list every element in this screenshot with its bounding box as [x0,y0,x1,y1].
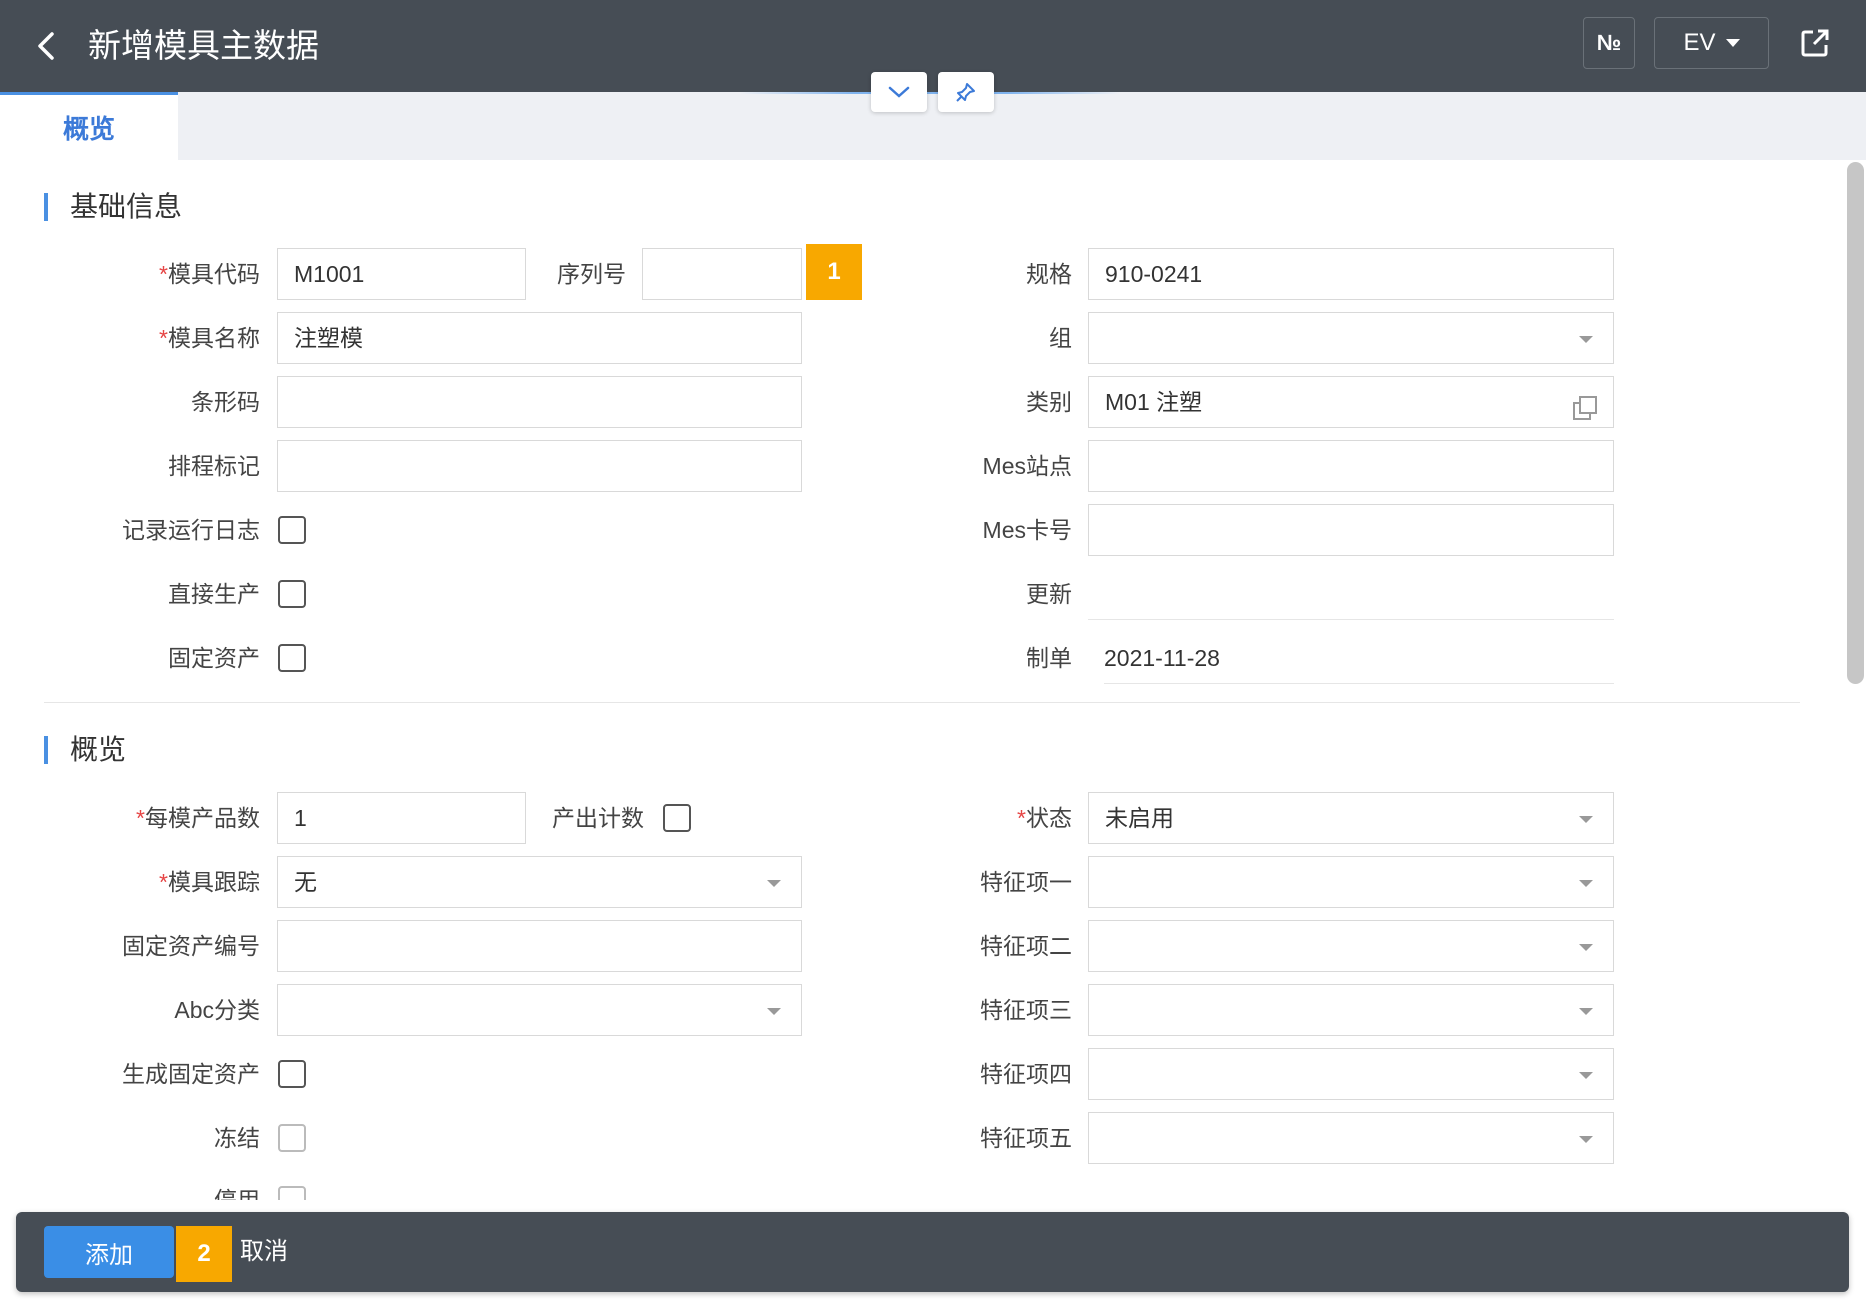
mes-card-input[interactable] [1088,504,1614,556]
per-mold-input[interactable]: 1 [277,792,526,844]
pin-button[interactable] [938,72,994,112]
mold-name-input[interactable]: 注塑模 [277,312,802,364]
step-badge-1: 1 [806,244,862,300]
spec-label: 规格 [1026,261,1072,287]
log-run-checkbox[interactable] [278,516,306,544]
feature4-select[interactable] [1088,1048,1614,1100]
per-mold-label: *每模产品数 [136,805,260,831]
mold-code-label: *模具代码 [159,261,260,287]
caret-down-icon [1579,1008,1593,1015]
back-icon[interactable] [28,26,68,66]
mes-station-input[interactable] [1088,440,1614,492]
serial-no-input[interactable] [642,248,802,300]
cancel-button[interactable]: 取消 [240,1226,288,1278]
direct-prod-checkbox[interactable] [278,580,306,608]
caret-down-icon [1579,336,1593,343]
abc-select[interactable] [277,984,802,1036]
feature1-select[interactable] [1088,856,1614,908]
update-label: 更新 [1026,581,1072,607]
tracking-label: *模具跟踪 [159,869,260,895]
section-divider [44,702,1800,703]
category-label: 类别 [1026,389,1072,415]
disable-checkbox[interactable] [278,1186,306,1200]
number-button[interactable]: № [1583,17,1635,69]
update-value [1088,568,1614,620]
schedule-mark-input[interactable] [277,440,802,492]
pin-icon [956,83,975,102]
feature2-label: 特征项二 [980,933,1072,959]
direct-prod-label: 直接生产 [168,581,260,607]
freeze-label: 冻结 [214,1125,260,1151]
mes-card-label: Mes卡号 [982,517,1072,543]
output-count-label: 产出计数 [552,805,644,831]
status-select[interactable]: 未启用 [1088,792,1614,844]
schedule-mark-label: 排程标记 [168,453,260,479]
mes-station-label: Mes站点 [982,453,1072,479]
caret-down-icon [1579,1136,1593,1143]
share-icon[interactable] [1798,26,1832,60]
form-content: 基础信息 *模具代码 M1001 序列号 1 规格 910-0241 *模具名称… [0,160,1844,1200]
scrollbar-thumb[interactable] [1847,162,1864,684]
fixed-asset-checkbox[interactable] [278,644,306,672]
creator-value: 2021-11-28 [1104,632,1614,684]
tracking-select[interactable]: 无 [277,856,802,908]
tab-overview[interactable]: 概览 [0,92,178,160]
mold-code-input[interactable]: M1001 [277,248,526,300]
ev-dropdown-button[interactable]: EV [1654,17,1769,69]
status-label: *状态 [1017,805,1072,831]
barcode-label: 条形码 [191,389,260,415]
feature2-select[interactable] [1088,920,1614,972]
asset-no-label: 固定资产编号 [122,933,260,959]
group-select[interactable] [1088,312,1614,364]
action-bar: 添加 2 取消 [16,1212,1849,1292]
caret-down-icon [1579,1072,1593,1079]
serial-no-label: 序列号 [557,261,626,287]
category-input[interactable]: M01 注塑 [1088,376,1614,428]
lookup-icon[interactable] [1571,389,1599,420]
caret-down-icon [1579,944,1593,951]
feature4-label: 特征项四 [980,1061,1072,1087]
abc-label: Abc分类 [174,997,260,1023]
group-label: 组 [1049,325,1072,351]
step-badge-2: 2 [176,1226,232,1282]
asset-no-input[interactable] [277,920,802,972]
section-title-overview: 概览 [44,736,126,764]
feature1-label: 特征项一 [980,869,1072,895]
feature3-label: 特征项三 [980,997,1072,1023]
feature5-label: 特征项五 [980,1125,1072,1151]
caret-down-icon [1579,816,1593,823]
tab-bar: 概览 [0,92,1866,160]
app-header: 新增模具主数据 № EV [0,0,1866,92]
add-button[interactable]: 添加 [44,1226,174,1278]
disable-label: 停用 [214,1187,260,1200]
output-count-checkbox[interactable] [663,804,691,832]
caret-down-icon [767,880,781,887]
fixed-asset-label: 固定资产 [168,645,260,671]
caret-down-icon [1725,39,1740,47]
section-title-basic: 基础信息 [44,193,182,221]
feature5-select[interactable] [1088,1112,1614,1164]
caret-down-icon [1579,880,1593,887]
feature3-select[interactable] [1088,984,1614,1036]
mold-name-label: *模具名称 [159,325,260,351]
header-divider [740,92,1120,94]
freeze-checkbox[interactable] [278,1124,306,1152]
chevron-down-icon [888,86,910,98]
ev-label: EV [1683,29,1716,56]
barcode-input[interactable] [277,376,802,428]
log-run-label: 记录运行日志 [122,517,260,543]
gen-asset-checkbox[interactable] [278,1060,306,1088]
gen-asset-label: 生成固定资产 [122,1061,260,1087]
collapse-button[interactable] [871,72,927,112]
creator-label: 制单 [1026,645,1072,671]
spec-input[interactable]: 910-0241 [1088,248,1614,300]
caret-down-icon [767,1008,781,1015]
page-title: 新增模具主数据 [88,27,319,64]
